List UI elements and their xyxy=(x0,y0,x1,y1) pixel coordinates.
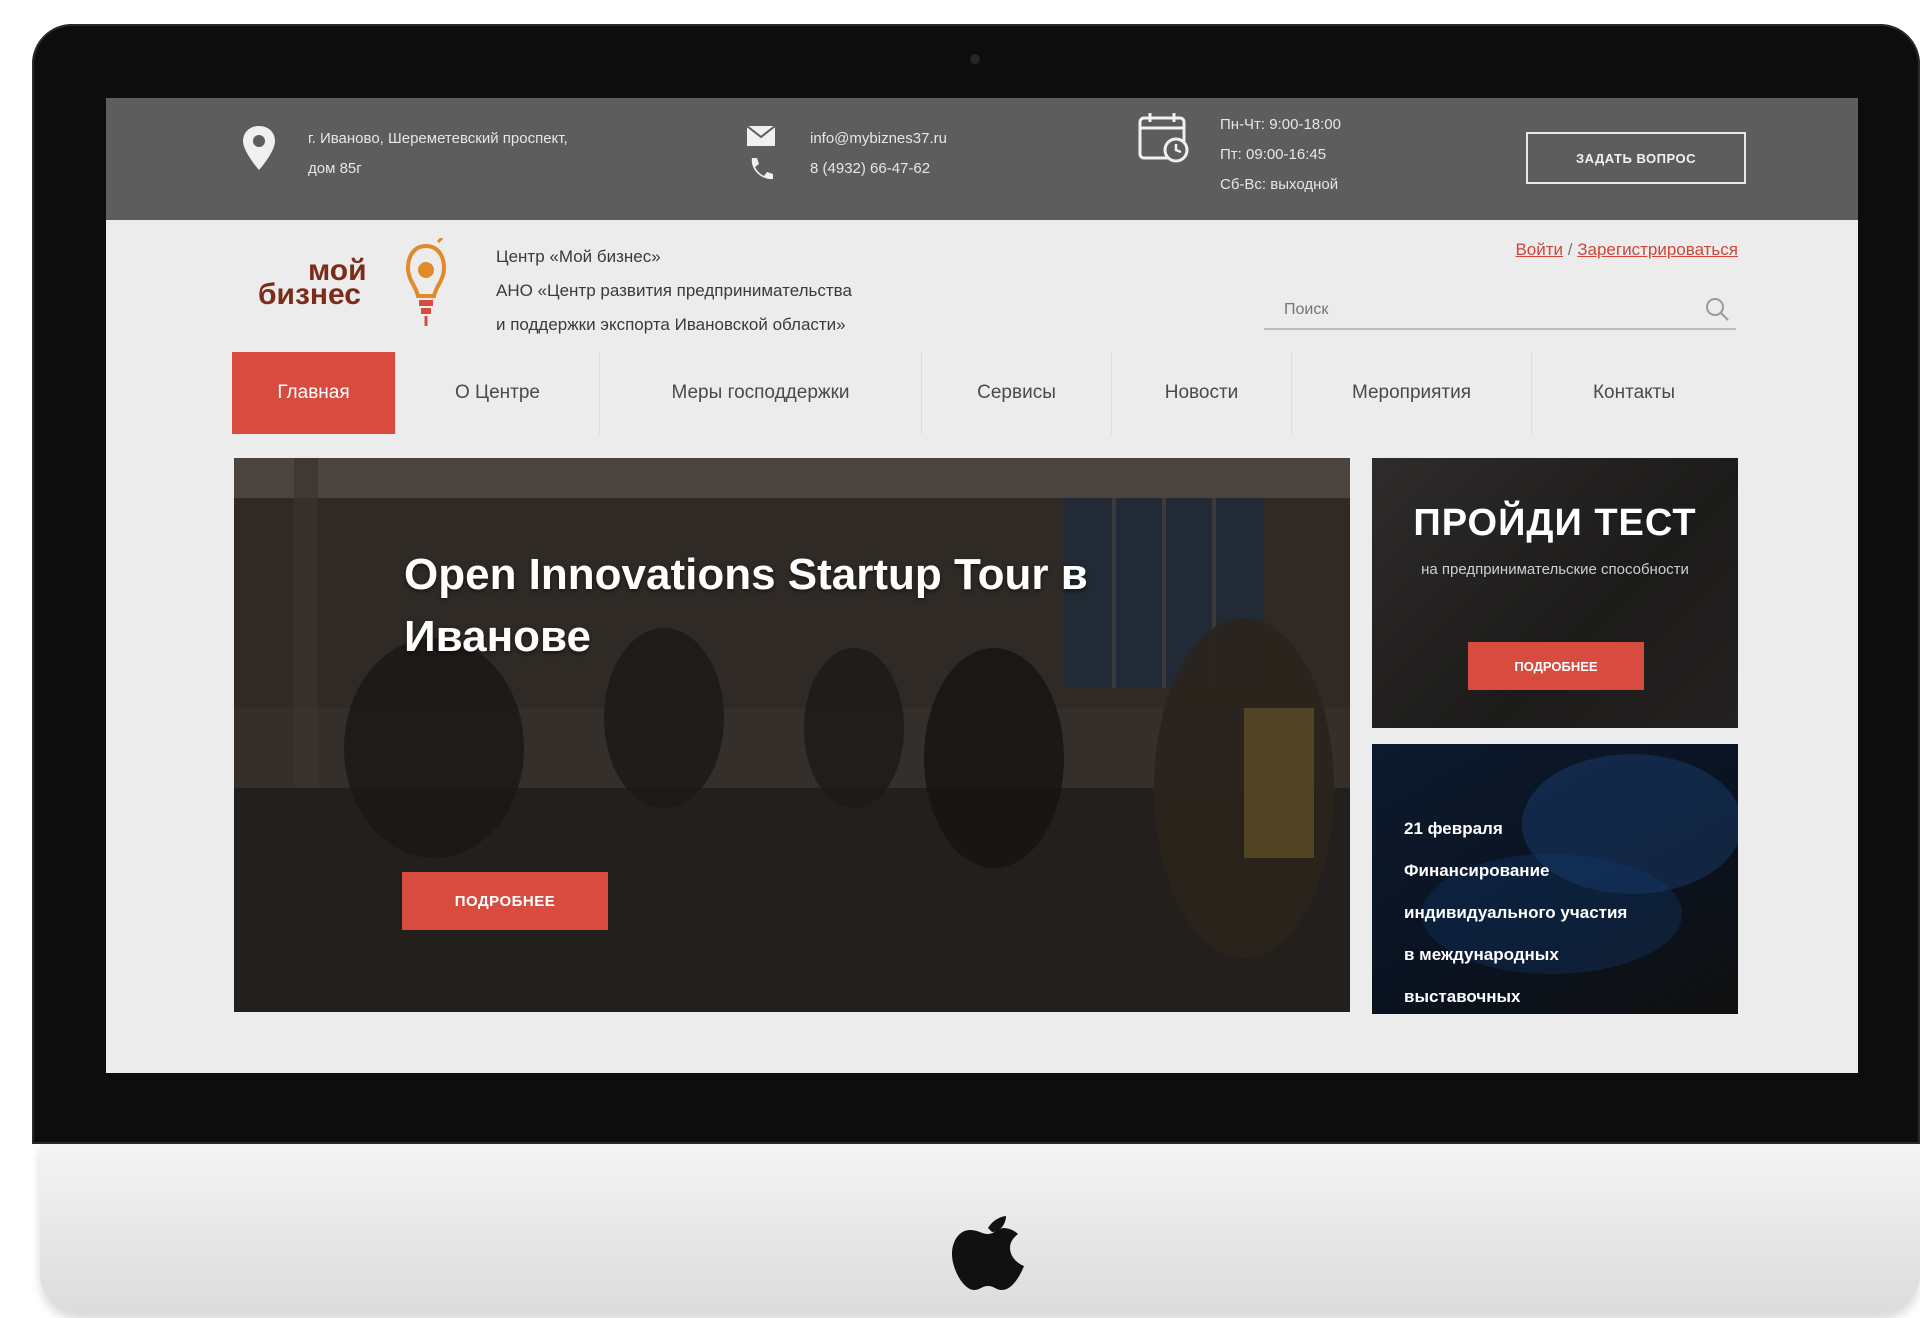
search-icon[interactable] xyxy=(1704,296,1730,322)
contact-bar: г. Иваново, Шереметевский проспект, дом … xyxy=(106,98,1858,220)
nav-item-about[interactable]: О Центре xyxy=(396,352,600,434)
site-header: мой бизнес Центр «Мой бизнес» АНО «Центр… xyxy=(106,220,1858,340)
lightbulb-icon xyxy=(405,238,447,326)
event-line: выставочных xyxy=(1404,987,1521,1006)
address-block: г. Иваново, Шереметевский проспект, дом … xyxy=(238,124,568,184)
event-card-text: 21 февраля Финансирование индивидуальног… xyxy=(1404,808,1724,1014)
event-line: индивидуального участия xyxy=(1404,903,1628,922)
test-card-subtitle: на предпринимательские способности xyxy=(1421,561,1689,578)
ask-question-button[interactable]: ЗАДАТЬ ВОПРОС xyxy=(1526,132,1746,184)
event-line: в международных xyxy=(1404,945,1559,964)
nav-item-news[interactable]: Новости xyxy=(1112,352,1292,434)
nav-item-events[interactable]: Мероприятия xyxy=(1292,352,1532,434)
address-line1: г. Иваново, Шереметевский проспект, xyxy=(308,130,568,147)
monitor-bezel: г. Иваново, Шереметевский проспект, дом … xyxy=(32,24,1920,1144)
site-logo[interactable]: мой бизнес xyxy=(246,238,447,334)
org-line: Центр «Мой бизнес» xyxy=(496,247,661,266)
event-news-card[interactable]: 21 февраля Финансирование индивидуальног… xyxy=(1372,744,1738,1014)
address-line2: дом 85г xyxy=(308,160,362,177)
hero-slider[interactable]: Open Innovations Startup Tour в Иванове … xyxy=(234,458,1350,1012)
monitor-chin xyxy=(40,1144,1920,1314)
hours-weekdays: Пн-Чт: 9:00-18:00 xyxy=(1220,116,1341,133)
register-link[interactable]: Зарегистрироваться xyxy=(1577,240,1738,259)
calendar-clock-icon xyxy=(1138,113,1189,163)
website-screen: г. Иваново, Шереметевский проспект, дом … xyxy=(106,98,1858,1073)
imac-device: г. Иваново, Шереметевский проспект, дом … xyxy=(32,24,1920,1314)
org-line: и поддержки экспорта Ивановской области» xyxy=(496,315,846,334)
mail-icon xyxy=(746,125,776,146)
nav-item-support-measures[interactable]: Меры господдержки xyxy=(600,352,922,434)
nav-item-home[interactable]: Главная xyxy=(232,352,396,434)
location-pin-icon xyxy=(243,126,275,170)
test-card-title: ПРОЙДИ ТЕСТ xyxy=(1413,502,1697,544)
apple-logo-icon xyxy=(952,1216,1024,1290)
main-navigation: Главная О Центре Меры господдержки Серви… xyxy=(232,352,1736,434)
hours-weekend: Сб-Вс: выходной xyxy=(1220,176,1339,193)
phone-icon xyxy=(751,158,773,180)
nav-item-contacts[interactable]: Контакты xyxy=(1532,352,1736,434)
organization-description: Центр «Мой бизнес» АНО «Центр развития п… xyxy=(496,240,852,342)
hours-friday: Пт: 09:00-16:45 xyxy=(1220,146,1327,163)
hero-title: Open Innovations Startup Tour в Иванове xyxy=(404,550,1088,661)
hours-block: Пн-Чт: 9:00-18:00 Пт: 09:00-16:45 Сб-Вс:… xyxy=(1136,110,1341,200)
search-bar xyxy=(1264,290,1736,330)
phone-number[interactable]: 8 (4932) 66-47-62 xyxy=(810,154,947,184)
search-input[interactable] xyxy=(1284,296,1684,324)
auth-separator: / xyxy=(1567,240,1573,259)
contact-block: info@mybiznes37.ru 8 (4932) 66-47-62 xyxy=(746,124,947,184)
org-line: АНО «Центр развития предпринимательства xyxy=(496,281,852,300)
email-link[interactable]: info@mybiznes37.ru xyxy=(810,124,947,154)
event-line: Финансирование xyxy=(1404,861,1550,880)
event-date: 21 февраля xyxy=(1404,819,1503,838)
hero-more-button[interactable]: ПОДРОБНЕЕ xyxy=(402,872,608,930)
test-promo-card[interactable]: ПРОЙДИ ТЕСТ на предпринимательские спосо… xyxy=(1372,458,1738,728)
auth-links: Войти / Зарегистрироваться xyxy=(1515,240,1738,260)
logo-word-business: бизнес xyxy=(258,278,361,311)
login-link[interactable]: Войти xyxy=(1515,240,1563,259)
test-more-button[interactable]: ПОДРОБНЕЕ xyxy=(1468,642,1644,690)
camera-icon xyxy=(970,54,980,64)
nav-item-services[interactable]: Сервисы xyxy=(922,352,1112,434)
